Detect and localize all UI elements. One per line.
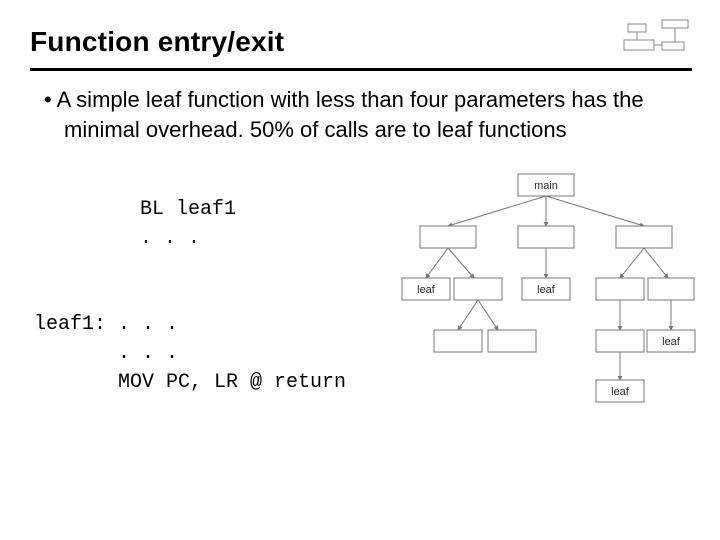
code-line: . . .	[34, 342, 178, 365]
title-divider	[30, 68, 692, 71]
code-line: . . .	[140, 227, 200, 250]
bullet-text: A simple leaf function with less than fo…	[30, 85, 692, 144]
code-line: leaf1: . . .	[34, 313, 178, 336]
header-decoration-icon	[622, 18, 692, 58]
slide-title: Function entry/exit	[30, 26, 284, 58]
code-block-caller: BL leaf1 . . .	[140, 166, 692, 253]
code-line: BL leaf1	[140, 198, 236, 221]
slide: Function entry/exit A simple leaf functi…	[0, 0, 720, 540]
code-block-leaf: leaf1: . . . . . . MOV PC, LR @ return	[34, 281, 692, 397]
code-line: MOV PC, LR @ return	[34, 371, 346, 394]
header-row: Function entry/exit	[30, 18, 692, 62]
content-area: BL leaf1 . . . leaf1: . . . . . . MOV PC…	[30, 166, 692, 397]
